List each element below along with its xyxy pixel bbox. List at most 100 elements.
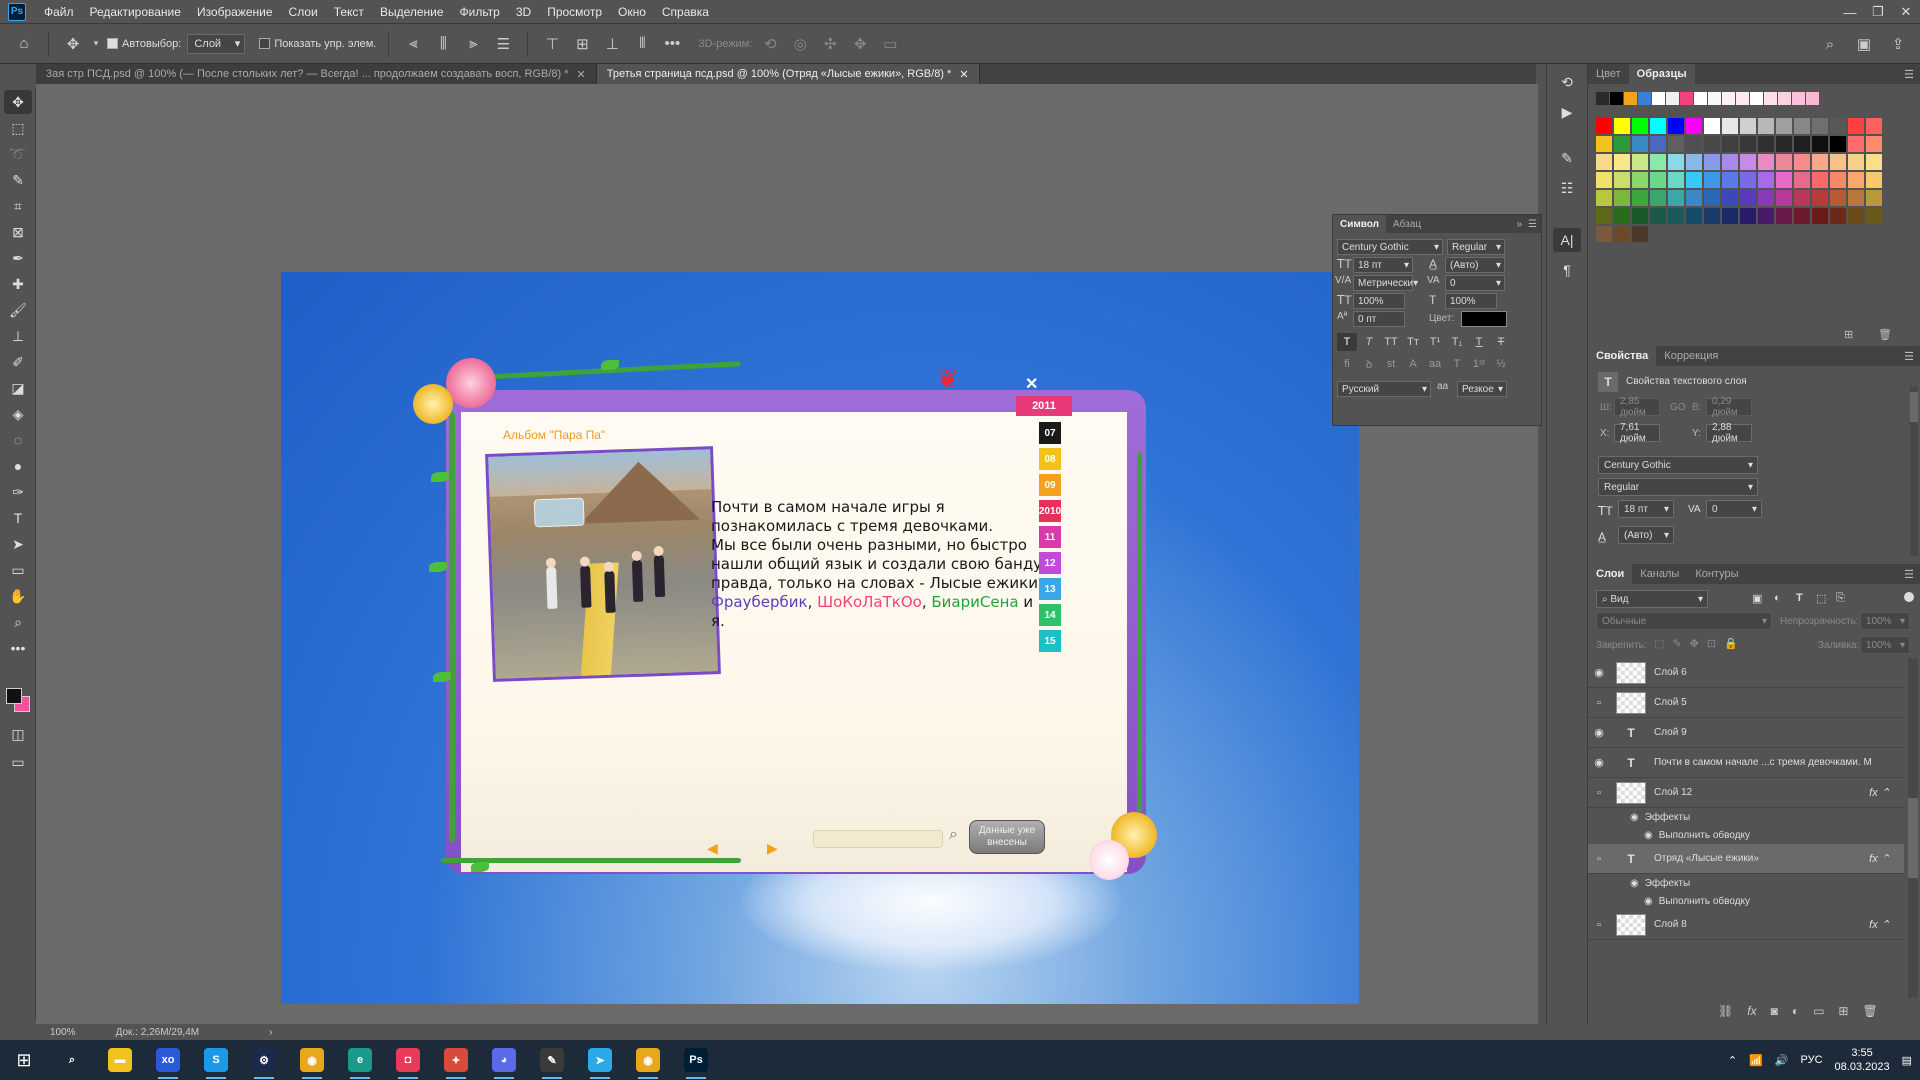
volume-icon[interactable]: 🔊 (1775, 1054, 1789, 1067)
font-style-select[interactable]: Regular ▾ (1447, 239, 1505, 255)
zoom-level[interactable]: 100% (50, 1027, 76, 1038)
recent-swatch[interactable] (1680, 92, 1693, 105)
menu-item[interactable]: Редактирование (82, 0, 189, 24)
eye-icon[interactable]: ◉ (1588, 756, 1610, 769)
color-swatch[interactable] (1668, 208, 1684, 224)
recent-swatch[interactable] (1596, 92, 1609, 105)
lasso-tool-icon[interactable]: ➰ (4, 142, 32, 166)
color-swatch[interactable] (1812, 136, 1828, 152)
eye-icon[interactable]: ◉ (1630, 812, 1639, 823)
color-swatch[interactable] (1704, 118, 1720, 134)
link-layers-icon[interactable]: ⛓ (1718, 1004, 1733, 1018)
font-style-select[interactable]: Regular ▾ (1598, 478, 1758, 496)
color-swatch[interactable] (1758, 208, 1774, 224)
explorer-taskbar-icon[interactable]: ▬ (96, 1040, 144, 1080)
color-swatch[interactable] (1830, 154, 1846, 170)
height-field[interactable]: 0,29 дюйм (1706, 396, 1752, 418)
color-swatch[interactable] (1650, 190, 1666, 206)
layer-row[interactable]: ◉ Слой 6 (1588, 658, 1904, 688)
menu-item[interactable]: Выделение (372, 0, 452, 24)
stylistic-button[interactable]: A (1403, 355, 1423, 373)
screen-mode-icon[interactable]: ▭ (4, 750, 32, 774)
color-swatch[interactable] (1650, 136, 1666, 152)
blend-mode-select[interactable]: Обычные ▾ (1596, 612, 1772, 630)
pan-3d-icon[interactable]: ✣ (818, 32, 842, 56)
history-brush-icon[interactable]: ✐ (4, 350, 32, 374)
color-swatch[interactable] (1686, 136, 1702, 152)
color-swatch[interactable] (1632, 118, 1648, 134)
search-icon[interactable]: ⌕ (1818, 32, 1842, 56)
panel-menu-icon[interactable]: ☰ (1904, 68, 1914, 81)
color-swatch[interactable] (1668, 190, 1684, 206)
layer-effect-row[interactable]: ◉ Выполнить обводку (1588, 826, 1904, 844)
eye-icon[interactable]: ◉ (1630, 878, 1639, 889)
color-swatch[interactable] (1722, 190, 1738, 206)
year-tab[interactable]: 2011 (1016, 396, 1072, 416)
font-size-field[interactable]: 18 пт ▾ (1353, 257, 1413, 273)
trash-icon[interactable]: 🗑 (1862, 1004, 1877, 1018)
ornaments-button[interactable]: T (1447, 355, 1467, 373)
recent-swatch[interactable] (1708, 92, 1721, 105)
scrollbar[interactable] (1910, 386, 1918, 556)
collapse-icon[interactable]: » (1516, 219, 1522, 230)
mask-icon[interactable]: ◙ (1771, 1004, 1778, 1018)
color-swatch[interactable] (1614, 154, 1630, 170)
color-swatch[interactable] (1776, 172, 1792, 188)
healing-tool-icon[interactable]: ✚ (4, 272, 32, 296)
fill-field[interactable]: 100% ▾ (1860, 636, 1910, 654)
steam-taskbar-icon[interactable]: ⚙ (240, 1040, 288, 1080)
checkbox-checked[interactable] (107, 38, 118, 49)
character-panel-icon[interactable]: A| (1553, 228, 1581, 252)
visibility-toggle[interactable]: ▫ (1588, 787, 1610, 799)
chevron-up-icon[interactable]: ⌃ (1728, 1054, 1737, 1067)
filter-adjustment-icon[interactable]: ◐ (1774, 592, 1781, 604)
color-swatch[interactable] (1596, 226, 1612, 242)
color-swatch[interactable] (1632, 208, 1648, 224)
color-swatch[interactable] (1632, 154, 1648, 170)
panel-menu-icon[interactable]: ☰ (1528, 219, 1537, 230)
search-icon[interactable]: ⌕ (949, 826, 958, 844)
color-swatch[interactable] (1596, 190, 1612, 206)
color-swatch[interactable] (1632, 226, 1648, 242)
color-swatch[interactable] (1686, 208, 1702, 224)
color-swatch[interactable] (1668, 172, 1684, 188)
menu-item[interactable]: Просмотр (539, 0, 610, 24)
month-tab[interactable]: 13 (1039, 578, 1061, 600)
xbox-taskbar-icon[interactable]: xo (144, 1040, 192, 1080)
color-swatch[interactable] (1848, 118, 1864, 134)
pen-tool-icon[interactable]: ✑ (4, 480, 32, 504)
autoselect-dropdown[interactable]: Слой ▾ (187, 33, 246, 54)
clock[interactable]: 3:55 08.03.2023 (1835, 1046, 1890, 1074)
color-swatch[interactable] (1794, 208, 1810, 224)
color-swatch[interactable] (1614, 226, 1630, 242)
color-swatch[interactable] (1758, 136, 1774, 152)
recent-swatch[interactable] (1638, 92, 1651, 105)
old-style-button[interactable]: ꝺ (1359, 355, 1379, 373)
color-swatch[interactable] (1614, 136, 1630, 152)
color-swatch[interactable] (1794, 190, 1810, 206)
color-swatch[interactable] (1686, 190, 1702, 206)
close-icon[interactable]: ✕ (959, 68, 968, 81)
leading-field[interactable]: (Авто) ▾ (1445, 257, 1505, 273)
new-swatch-group-icon[interactable]: ⊞ (1844, 328, 1853, 341)
quick-mask-icon[interactable]: ◫ (4, 722, 32, 746)
subscript-button[interactable]: T₁ (1447, 333, 1467, 351)
network-icon[interactable]: 📶 (1749, 1054, 1763, 1067)
color-swatch[interactable] (1722, 208, 1738, 224)
recent-swatch[interactable] (1792, 92, 1805, 105)
dodge-tool-icon[interactable]: ● (4, 454, 32, 478)
color-swatch[interactable] (1758, 172, 1774, 188)
tab-layers[interactable]: Слои (1588, 564, 1633, 584)
menu-item[interactable]: Текст (326, 0, 372, 24)
tab-document-1[interactable]: 3ая стр ПСД.psd @ 100% (— После стольких… (36, 64, 597, 84)
fractions-button[interactable]: ½ (1491, 355, 1511, 373)
stamp-tool-icon[interactable]: ⊥ (4, 324, 32, 348)
layer-row[interactable]: ▫ Слой 8 fx ⌃ (1588, 910, 1904, 940)
brush-tool-icon[interactable]: 🖌 (4, 298, 32, 322)
search-taskbar-icon[interactable]: ⌕ (48, 1040, 96, 1080)
color-swatch[interactable] (1848, 190, 1864, 206)
color-swatch[interactable] (1596, 136, 1612, 152)
close-icon[interactable]: ✕ (577, 68, 586, 81)
align-middle-icon[interactable]: ⊞ (570, 32, 594, 56)
color-swatch[interactable] (1776, 136, 1792, 152)
